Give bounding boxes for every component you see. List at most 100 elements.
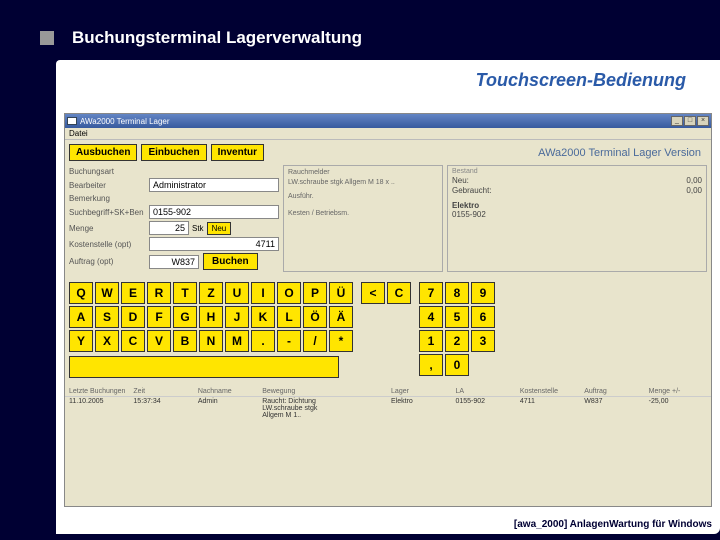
key-l[interactable]: L bbox=[277, 306, 301, 328]
grid-header-cell bbox=[327, 388, 385, 395]
label-bearbeiter: Bearbeiter bbox=[69, 181, 149, 190]
key-m[interactable]: M bbox=[225, 330, 249, 352]
kostenstelle-input[interactable]: 4711 bbox=[149, 237, 279, 251]
slide-footer: [awa_2000] AnlagenWartung für Windows bbox=[56, 515, 720, 534]
grid-header-cell: Menge +/- bbox=[649, 388, 707, 395]
key-*[interactable]: * bbox=[329, 330, 353, 352]
key-/[interactable]: / bbox=[303, 330, 327, 352]
grid-cell: W837 bbox=[584, 398, 642, 419]
key-8[interactable]: 8 bbox=[445, 282, 469, 304]
grid-cell: 11.10.2005 bbox=[69, 398, 127, 419]
key-9[interactable]: 9 bbox=[471, 282, 495, 304]
key-q[interactable]: Q bbox=[69, 282, 93, 304]
key-x[interactable]: X bbox=[95, 330, 119, 352]
stock-name: Elektro bbox=[452, 201, 702, 210]
key-ä[interactable]: Ä bbox=[329, 306, 353, 328]
auftrag-input[interactable]: W837 bbox=[149, 255, 199, 269]
key-z[interactable]: Z bbox=[199, 282, 223, 304]
mid-line3: Ausführ. bbox=[288, 192, 438, 202]
key-k[interactable]: K bbox=[251, 306, 275, 328]
titlebar: AWa2000 Terminal Lager _ □ × bbox=[65, 114, 711, 128]
numpad: 789 456 123 ,0 bbox=[419, 282, 495, 378]
key-7[interactable]: 7 bbox=[419, 282, 443, 304]
label-kostenstelle: Kostenstelle (opt) bbox=[69, 240, 149, 249]
neu-label: Neu: bbox=[452, 176, 469, 185]
grid-header-cell: LA bbox=[455, 388, 513, 395]
label-bemerkung: Bemerkung bbox=[69, 194, 149, 203]
key-c[interactable]: C bbox=[387, 282, 411, 304]
unit-label: Stk bbox=[192, 224, 204, 233]
space-key[interactable] bbox=[69, 356, 339, 378]
stock-header: Bestand bbox=[452, 168, 702, 175]
key-ü[interactable]: Ü bbox=[329, 282, 353, 304]
grid-cell: Elektro bbox=[391, 398, 449, 419]
version-label: AWa2000 Terminal Lager Version bbox=[538, 147, 707, 159]
slide-title: Buchungsterminal Lagerverwaltung bbox=[72, 28, 362, 48]
label-suchbegriff: Suchbegriff+SK+Ben bbox=[69, 208, 149, 217]
key-i[interactable]: I bbox=[251, 282, 275, 304]
key-3[interactable]: 3 bbox=[471, 330, 495, 352]
neu-button[interactable]: Neu bbox=[207, 222, 232, 235]
minimize-button[interactable]: _ bbox=[671, 116, 683, 126]
key-a[interactable]: A bbox=[69, 306, 93, 328]
buchen-button[interactable]: Buchen bbox=[203, 253, 258, 270]
key-b[interactable]: B bbox=[173, 330, 197, 352]
grid-cell: -25,00 bbox=[649, 398, 707, 419]
maximize-button[interactable]: □ bbox=[684, 116, 696, 126]
menge-input[interactable]: 25 bbox=[149, 221, 189, 235]
key-r[interactable]: R bbox=[147, 282, 171, 304]
key-d[interactable]: D bbox=[121, 306, 145, 328]
key-t[interactable]: T bbox=[173, 282, 197, 304]
key-1[interactable]: 1 bbox=[419, 330, 443, 352]
key-e[interactable]: E bbox=[121, 282, 145, 304]
key-c[interactable]: C bbox=[121, 330, 145, 352]
suchbegriff-input[interactable]: 0155-902 bbox=[149, 205, 279, 219]
grid-cell: 4711 bbox=[520, 398, 578, 419]
key-<[interactable]: < bbox=[361, 282, 385, 304]
mid-line1: Rauchmelder bbox=[288, 168, 438, 178]
key-g[interactable]: G bbox=[173, 306, 197, 328]
key-s[interactable]: S bbox=[95, 306, 119, 328]
inventur-button[interactable]: Inventur bbox=[211, 144, 264, 161]
grid-header-cell: Letzte Buchungen bbox=[69, 388, 127, 395]
menu-bar[interactable]: Datei bbox=[65, 128, 711, 140]
key-6[interactable]: 6 bbox=[471, 306, 495, 328]
key-.[interactable]: . bbox=[251, 330, 275, 352]
bearbeiter-input[interactable]: Administrator bbox=[149, 178, 279, 192]
key-p[interactable]: P bbox=[303, 282, 327, 304]
app-icon bbox=[67, 117, 77, 125]
gebraucht-value: 0,00 bbox=[686, 186, 702, 195]
app-window: AWa2000 Terminal Lager _ □ × Datei Ausbu… bbox=[64, 113, 712, 507]
key-4[interactable]: 4 bbox=[419, 306, 443, 328]
neu-value: 0,00 bbox=[686, 176, 702, 185]
key-u[interactable]: U bbox=[225, 282, 249, 304]
key--[interactable]: - bbox=[277, 330, 301, 352]
grid-cell bbox=[327, 398, 385, 419]
stock-code: 0155-902 bbox=[452, 210, 702, 219]
key-2[interactable]: 2 bbox=[445, 330, 469, 352]
grid-header-cell: Bewegung bbox=[262, 388, 320, 395]
key-n[interactable]: N bbox=[199, 330, 223, 352]
einbuchen-button[interactable]: Einbuchen bbox=[141, 144, 206, 161]
item-detail-box: Rauchmelder LW.schraube stgk Allgem M 18… bbox=[283, 165, 443, 272]
key-o[interactable]: O bbox=[277, 282, 301, 304]
label-buchungsart: Buchungsart bbox=[69, 167, 149, 176]
ausbuchen-button[interactable]: Ausbuchen bbox=[69, 144, 137, 161]
mid-line4: Kesten / Betriebsm. bbox=[288, 209, 438, 219]
close-button[interactable]: × bbox=[697, 116, 709, 126]
label-auftrag: Auftrag (opt) bbox=[69, 257, 149, 266]
key-,[interactable]: , bbox=[419, 354, 443, 376]
key-h[interactable]: H bbox=[199, 306, 223, 328]
key-5[interactable]: 5 bbox=[445, 306, 469, 328]
key-j[interactable]: J bbox=[225, 306, 249, 328]
grid-cell: 0155-902 bbox=[455, 398, 513, 419]
key-y[interactable]: Y bbox=[69, 330, 93, 352]
slide-subtitle: Touchscreen-Bedienung bbox=[56, 60, 720, 113]
key-f[interactable]: F bbox=[147, 306, 171, 328]
key-w[interactable]: W bbox=[95, 282, 119, 304]
key-0[interactable]: 0 bbox=[445, 354, 469, 376]
key-v[interactable]: V bbox=[147, 330, 171, 352]
grid-cell: 15:37:34 bbox=[133, 398, 191, 419]
key-ö[interactable]: Ö bbox=[303, 306, 327, 328]
label-menge: Menge bbox=[69, 224, 149, 233]
